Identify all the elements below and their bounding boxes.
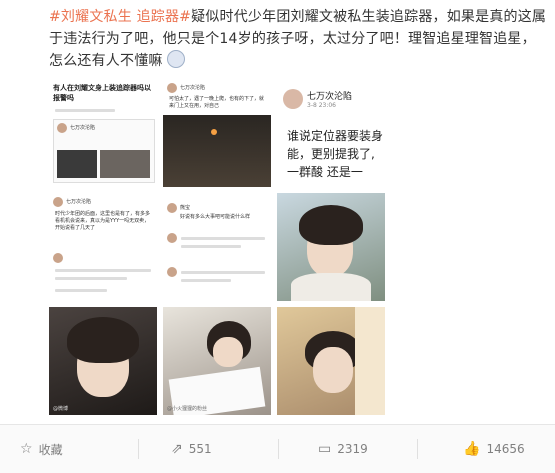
repost-button[interactable]: ⇗ 551 [171, 425, 212, 473]
image-thumbnail[interactable]: @微博 [49, 307, 157, 415]
favorite-button[interactable]: ☆ 收藏 [20, 425, 63, 473]
image-thumbnail[interactable]: 七万次沦陷 可怕太了，遇了一晚上爬，也有的下了，就来门上又在用，对自己 [163, 79, 271, 187]
image-thumbnail[interactable] [277, 307, 385, 415]
comment-button[interactable]: ▭ 2319 [318, 425, 368, 473]
shot-card: 七万次沦陷 [53, 119, 155, 183]
action-bar: ☆ 收藏 ⇗ 551 ▭ 2319 👍 14656 [0, 424, 555, 473]
image-thumbnail[interactable]: 七万次沦陷 时代少年团的后面，这里也是有了，有多多看机机会说来，真以为是YYY一… [49, 193, 157, 301]
shot-text: 时代少年团的后面，这里也是有了，有多多看机机会说来，真以为是YYY一吗无双卖，开… [55, 211, 151, 231]
avatar [167, 203, 177, 213]
avatar [167, 233, 177, 243]
comment-count: 2319 [337, 442, 368, 456]
avatar [57, 123, 67, 133]
favorite-label: 收藏 [38, 442, 63, 457]
shot-line: 谁说定位器要装身 [287, 129, 384, 143]
shot-time: 3-8 23:06 [307, 102, 336, 109]
shot-user: 熊宝 [180, 205, 191, 211]
repost-icon: ⇗ [171, 441, 183, 457]
shot-user: 七万次沦陷 [307, 92, 353, 102]
avatar [167, 267, 177, 277]
image-caption: @小火狸狸的粉丝 [167, 406, 208, 412]
shot-line: 一群酸 还是一 [287, 165, 363, 179]
crying-face-icon [167, 50, 186, 68]
shot-user: 七万次沦陷 [70, 125, 96, 131]
image-thumbnail[interactable] [277, 193, 385, 301]
image-thumbnail[interactable]: 熊宝 好说有多么大事吧可能说什么样 [163, 193, 271, 301]
image-thumbnail[interactable]: 有人在刘耀文身上装追踪器吗以报警吗 七万次沦陷 [49, 79, 157, 187]
image-thumbnail[interactable]: 七万次沦陷 3-8 23:06 谁说定位器要装身 能，更别提我了, 一群酸 还是… [277, 79, 385, 187]
avatar [283, 89, 303, 109]
image-caption: @微博 [53, 406, 69, 412]
star-icon: ☆ [20, 441, 33, 457]
like-count: 14656 [486, 442, 525, 456]
shot-line: 能，更别提我了, [287, 147, 375, 161]
repost-count: 551 [188, 442, 212, 456]
image-grid: 有人在刘耀文身上装追踪器吗以报警吗 七万次沦陷 七万次沦陷 可怕太了，遇了一晚上… [49, 79, 385, 415]
image-thumbnail[interactable]: @小火狸狸的粉丝 [163, 307, 271, 415]
shot-title: 有人在刘耀文身上装追踪器吗以报警吗 [53, 84, 151, 102]
hashtag-link[interactable]: #刘耀文私生 追踪器# [49, 9, 191, 25]
avatar [167, 83, 177, 93]
thumbs-up-icon: 👍 [463, 441, 481, 457]
shot-text: 可怕太了，遇了一晚上爬，也有的下了，就来门上又在用，对自己 [169, 96, 265, 109]
avatar [53, 253, 63, 263]
shot-user: 七万次沦陷 [66, 199, 92, 205]
post-text: #刘耀文私生 追踪器#疑似时代少年团刘耀文被私生装追踪器，如果是真的这属于违法行… [49, 6, 549, 72]
like-button[interactable]: 👍 14656 [463, 425, 525, 473]
comment-icon: ▭ [318, 441, 332, 457]
shot-user: 七万次沦陷 [180, 85, 206, 91]
avatar [53, 197, 63, 207]
shot-text: 好说有多么大事吧可能说什么样 [180, 214, 251, 220]
